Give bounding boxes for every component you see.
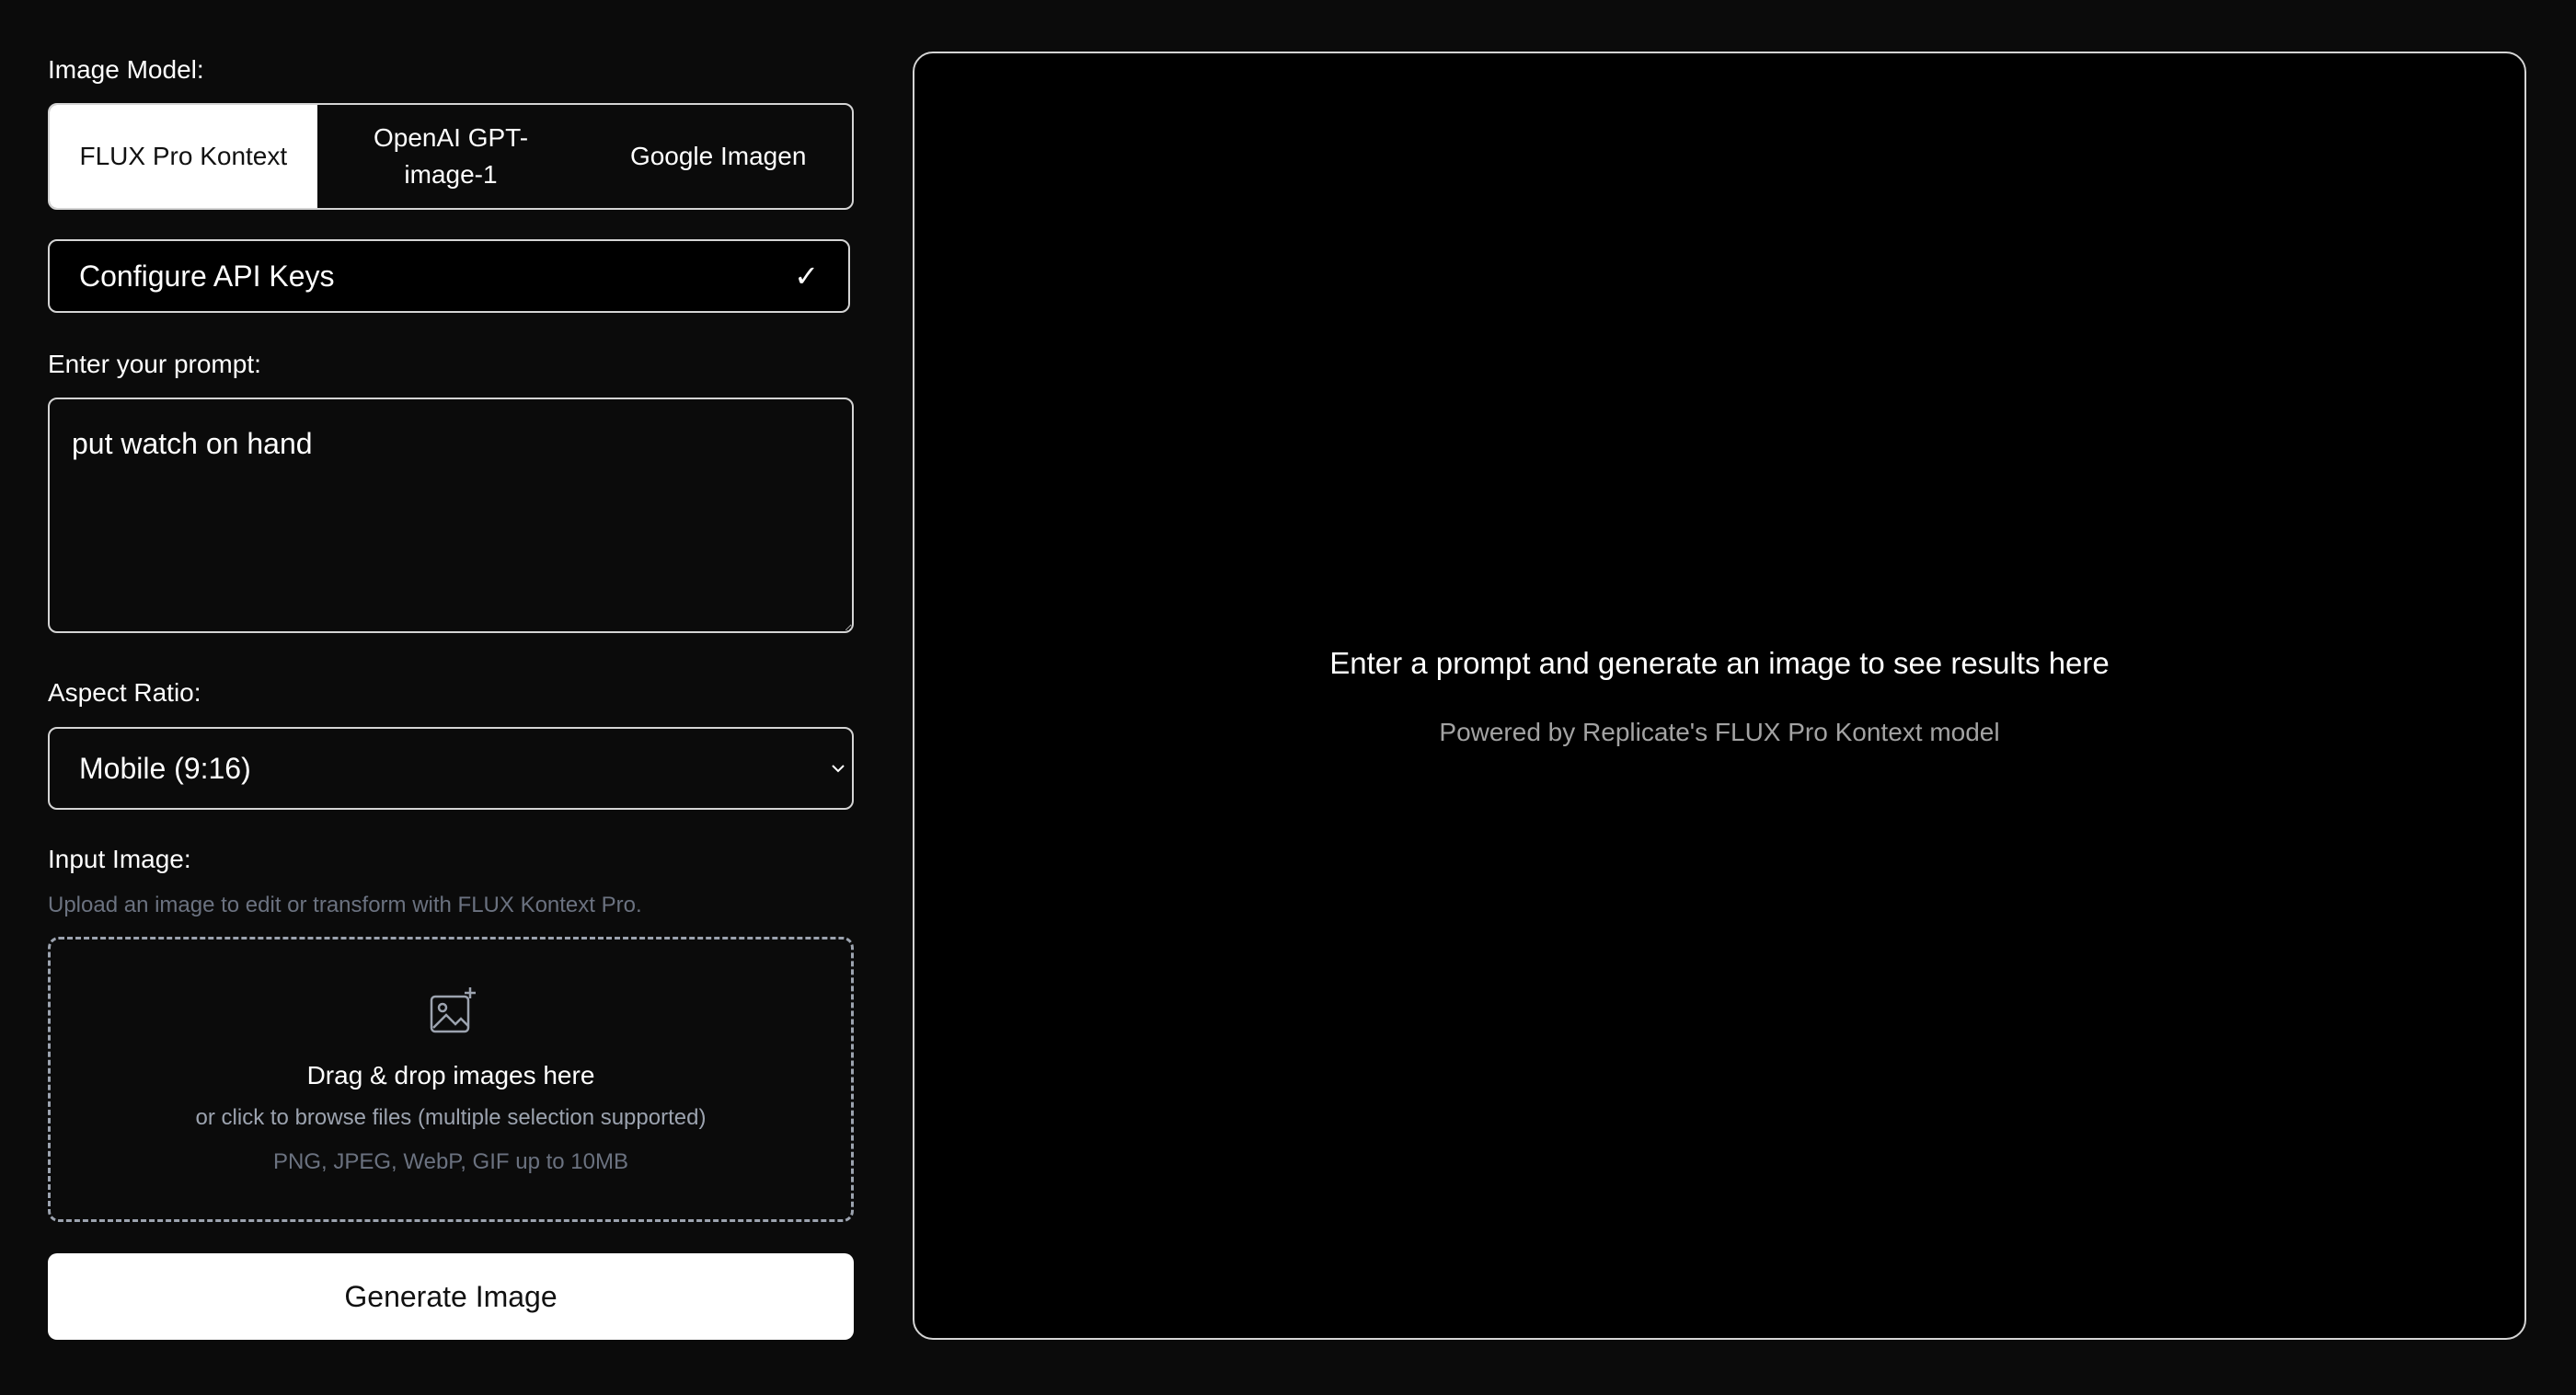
aspect-ratio-select[interactable]: Mobile (9:16) xyxy=(48,727,854,810)
image-model-label: Image Model: xyxy=(48,55,204,84)
model-option-openai[interactable]: OpenAI GPT-image-1 xyxy=(317,105,585,208)
dropzone-file-types: PNG, JPEG, WebP, GIF up to 10MB xyxy=(273,1149,628,1174)
aspect-ratio-label: Aspect Ratio: xyxy=(48,678,201,707)
result-preview-panel: Enter a prompt and generate an image to … xyxy=(913,52,2526,1340)
configure-api-keys-label: Configure API Keys xyxy=(79,259,335,293)
input-image-hint: Upload an image to edit or transform wit… xyxy=(48,893,642,917)
image-dropzone[interactable]: Drag & drop images here or click to brow… xyxy=(48,937,854,1222)
model-option-imagen[interactable]: Google Imagen xyxy=(584,105,852,208)
prompt-label: Enter your prompt: xyxy=(48,350,261,378)
image-plus-icon xyxy=(430,987,476,1033)
preview-placeholder-subtitle: Powered by Replicate's FLUX Pro Kontext … xyxy=(1439,718,2000,746)
model-option-flux[interactable]: FLUX Pro Kontext xyxy=(50,105,317,208)
model-selector: FLUX Pro Kontext OpenAI GPT-image-1 Goog… xyxy=(48,103,854,210)
prompt-input[interactable]: put watch on hand xyxy=(48,398,854,633)
dropzone-subtitle: or click to browse files (multiple selec… xyxy=(195,1105,707,1130)
configure-api-keys-button[interactable]: Configure API Keys ✓ xyxy=(48,239,850,313)
aspect-ratio-value: Mobile (9:16) xyxy=(79,751,251,785)
check-icon: ✓ xyxy=(794,259,819,293)
generate-image-button[interactable]: Generate Image xyxy=(48,1253,854,1340)
chevron-down-icon xyxy=(832,765,845,773)
input-image-label: Input Image: xyxy=(48,845,191,873)
dropzone-title: Drag & drop images here xyxy=(306,1061,595,1089)
preview-placeholder-title: Enter a prompt and generate an image to … xyxy=(1329,646,2110,680)
